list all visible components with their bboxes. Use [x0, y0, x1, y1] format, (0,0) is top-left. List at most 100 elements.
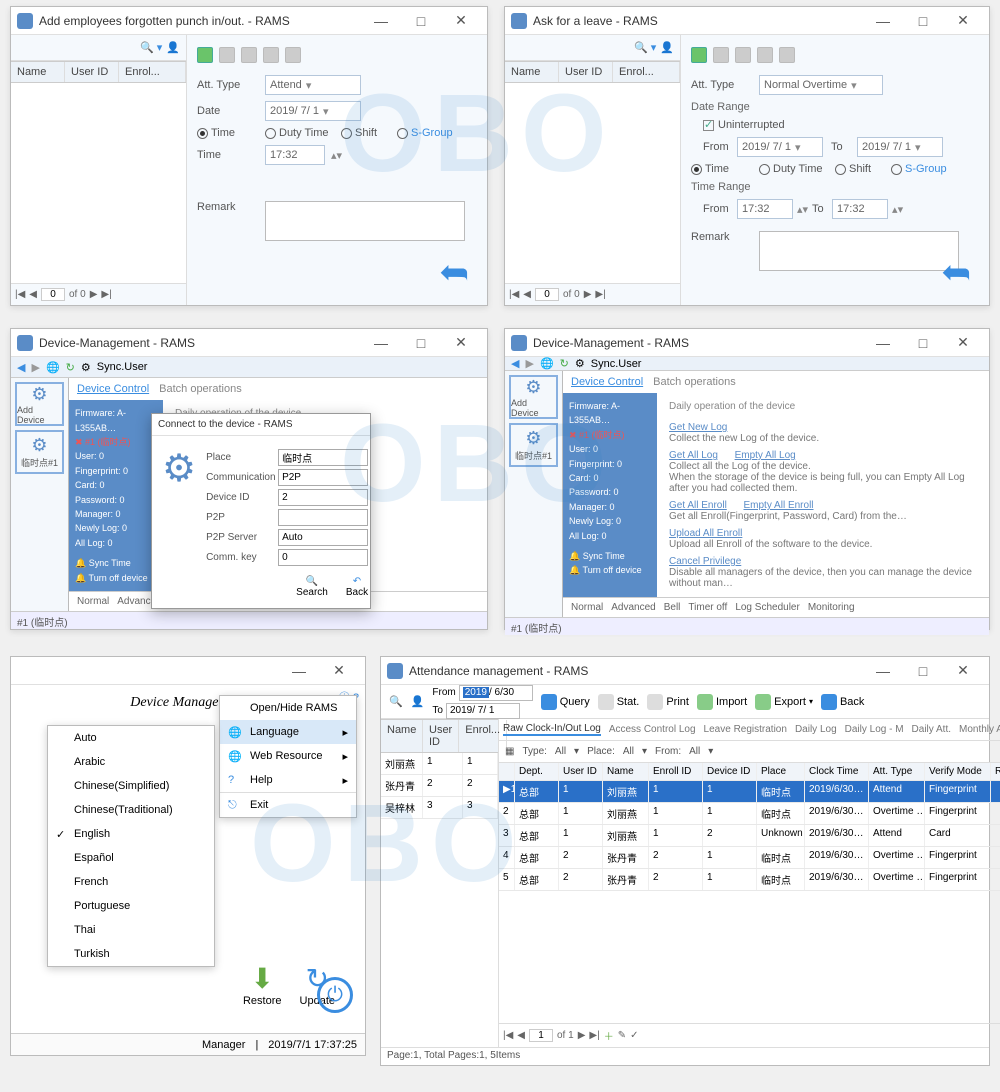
- edit-icon[interactable]: [219, 47, 235, 63]
- link-upload-enroll[interactable]: Upload All Enroll: [669, 528, 742, 539]
- radio-duty[interactable]: [265, 128, 276, 139]
- col-enroll[interactable]: Enrol...: [613, 62, 680, 82]
- from-date[interactable]: 2019/ 7/ 1: [737, 137, 823, 157]
- back-arrow-icon[interactable]: ➦: [941, 251, 971, 293]
- employee-row[interactable]: 张丹青22: [381, 775, 498, 797]
- tab-leavereg[interactable]: Leave Registration: [704, 724, 787, 735]
- to-date[interactable]: 2019/ 7/ 1: [857, 137, 943, 157]
- log-row[interactable]: 2总部1刘丽燕11临时点2019/6/30…Overtime …Fingerpr…: [499, 803, 1000, 825]
- radio-sgroup[interactable]: [397, 128, 408, 139]
- lang-spanish[interactable]: Español: [48, 846, 214, 870]
- nav-first-icon[interactable]: |◀: [15, 289, 25, 300]
- import-button[interactable]: Import: [697, 694, 747, 710]
- cancel-icon[interactable]: [285, 47, 301, 63]
- search-button[interactable]: 🔍Search: [296, 576, 328, 598]
- radio-time[interactable]: [691, 164, 702, 175]
- sidebar-device-1[interactable]: ⚙临时点#1: [15, 430, 64, 474]
- log-row[interactable]: 5总部2张丹青21临时点2019/6/30…Overtime …Fingerpr…: [499, 869, 1000, 891]
- col-name[interactable]: Name: [381, 720, 423, 752]
- time-input[interactable]: 17:32: [265, 145, 325, 165]
- nav-prev-icon[interactable]: ◀: [517, 1030, 525, 1041]
- employee-row[interactable]: 吴梓林33: [381, 797, 498, 819]
- radio-time[interactable]: [197, 128, 208, 139]
- nav-first-icon[interactable]: |◀: [509, 289, 519, 300]
- confirm-icon[interactable]: [757, 47, 773, 63]
- tab-aclog[interactable]: Access Control Log: [609, 724, 696, 735]
- sidebar-device-1[interactable]: ⚙临时点#1: [509, 423, 558, 467]
- edit-icon[interactable]: [713, 47, 729, 63]
- minimize-button[interactable]: —: [279, 659, 319, 683]
- log-row[interactable]: 4总部2张丹青21临时点2019/6/30…Overtime …Fingerpr…: [499, 847, 1000, 869]
- maximize-button[interactable]: □: [401, 9, 441, 33]
- tab-device-control[interactable]: Device Control: [77, 383, 149, 395]
- delete-icon[interactable]: [241, 47, 257, 63]
- query-button[interactable]: Query: [541, 694, 590, 710]
- radio-duty[interactable]: [759, 164, 770, 175]
- edit-icon[interactable]: ✎: [618, 1030, 626, 1041]
- lang-portuguese[interactable]: Portuguese: [48, 894, 214, 918]
- uninterrupted-checkbox[interactable]: [703, 120, 714, 131]
- close-button[interactable]: ✕: [943, 331, 983, 355]
- lang-thai[interactable]: Thai: [48, 918, 214, 942]
- close-button[interactable]: ✕: [943, 9, 983, 33]
- to-time[interactable]: 17:32: [832, 199, 888, 219]
- nav-last-icon[interactable]: ▶|: [589, 1030, 599, 1041]
- lang-arabic[interactable]: Arabic: [48, 750, 214, 774]
- refresh-icon[interactable]: ↻: [560, 357, 569, 370]
- nav-next-icon[interactable]: ▶: [90, 289, 98, 300]
- radio-shift[interactable]: [341, 128, 352, 139]
- power-icon[interactable]: ⏻: [317, 977, 353, 1013]
- close-button[interactable]: ✕: [441, 9, 481, 33]
- log-row[interactable]: 3总部1刘丽燕12Unknown2019/6/30…AttendCard: [499, 825, 1000, 847]
- nav-back-icon[interactable]: ◀: [511, 357, 519, 370]
- globe-icon[interactable]: 🌐: [46, 361, 60, 374]
- tab-device-control[interactable]: Device Control: [571, 376, 643, 388]
- search-icon[interactable]: 🔍 ▾: [634, 41, 656, 54]
- sync-user-button[interactable]: Sync.User: [97, 361, 148, 373]
- att-type-select[interactable]: Attend: [265, 75, 361, 95]
- col-userid[interactable]: User ID: [423, 720, 459, 752]
- print-button[interactable]: Print: [647, 694, 689, 710]
- maximize-button[interactable]: □: [401, 331, 441, 355]
- minimize-button[interactable]: —: [863, 9, 903, 33]
- tab-dailylog[interactable]: Daily Log: [795, 724, 837, 735]
- link-get-all-log[interactable]: Get All Log: [669, 450, 718, 461]
- refresh-icon[interactable]: ↻: [66, 361, 75, 374]
- nav-next-icon[interactable]: ▶: [578, 1030, 586, 1041]
- nav-page-input[interactable]: [529, 1029, 553, 1042]
- minimize-button[interactable]: —: [361, 9, 401, 33]
- remark-textarea[interactable]: [759, 231, 959, 271]
- add-icon[interactable]: [691, 47, 707, 63]
- lang-french[interactable]: French: [48, 870, 214, 894]
- close-button[interactable]: ✕: [943, 659, 983, 683]
- nav-prev-icon[interactable]: ◀: [523, 289, 531, 300]
- place-select[interactable]: 临时点: [278, 449, 368, 466]
- col-userid[interactable]: User ID: [65, 62, 119, 82]
- filter-place[interactable]: All: [623, 746, 634, 757]
- add-user-icon[interactable]: 👤: [411, 695, 425, 708]
- tab-normal[interactable]: Normal: [77, 596, 109, 607]
- tab-batch[interactable]: Batch operations: [653, 376, 736, 388]
- radio-shift[interactable]: [835, 164, 846, 175]
- remark-textarea[interactable]: [265, 201, 465, 241]
- close-button[interactable]: ✕: [319, 659, 359, 683]
- add-user-icon[interactable]: 👤: [166, 41, 180, 54]
- tab-rawlog[interactable]: Raw Clock-In/Out Log: [503, 723, 601, 736]
- nav-fwd-icon[interactable]: ▶: [31, 361, 39, 374]
- link-get-new-log[interactable]: Get New Log: [669, 422, 727, 433]
- lang-chinese-traditional[interactable]: Chinese(Traditional): [48, 798, 214, 822]
- link-get-all-enroll[interactable]: Get All Enroll: [669, 500, 727, 511]
- link-empty-all-enroll[interactable]: Empty All Enroll: [743, 500, 813, 511]
- lang-english[interactable]: English: [48, 822, 214, 846]
- filter-from[interactable]: All: [689, 746, 700, 757]
- gear-icon[interactable]: ⚙: [81, 361, 91, 374]
- lang-auto[interactable]: Auto: [48, 726, 214, 750]
- col-userid[interactable]: User ID: [559, 62, 613, 82]
- tab-dailyatt[interactable]: Daily Att.: [912, 724, 951, 735]
- date-picker[interactable]: 2019/ 7/ 1: [265, 101, 361, 121]
- restore-button[interactable]: ⬇Restore: [243, 962, 282, 1007]
- minimize-button[interactable]: —: [863, 331, 903, 355]
- deviceid-input[interactable]: 2: [278, 489, 368, 506]
- comm-select[interactable]: P2P: [278, 469, 368, 486]
- sidebar-add-device[interactable]: ⚙Add Device: [15, 382, 64, 426]
